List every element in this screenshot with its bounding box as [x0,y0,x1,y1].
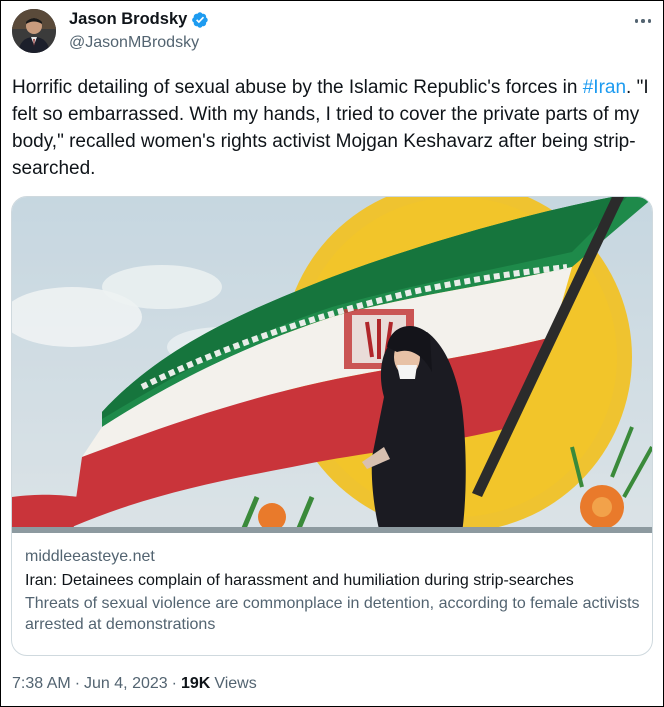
meta-separator: · [171,675,177,692]
author-handle[interactable]: @JasonMBrodsky [69,34,199,52]
more-options-icon[interactable] [631,13,655,29]
link-card-domain: middleeasteye.net [25,548,155,565]
user-avatar-icon [12,9,56,53]
views-count: 19K [180,675,211,692]
tweet-text: Horrific detailing of sexual abuse by th… [12,74,652,182]
link-card-title: Iran: Detainees complain of harassment a… [25,572,574,589]
author-name[interactable]: Jason Brodsky [69,10,187,29]
link-card-body: middleeasteye.net Iran: Detainees compla… [12,533,652,655]
tweet-date[interactable]: Jun 4, 2023 [84,675,168,693]
verified-badge-icon [191,11,209,29]
views-label: Views [214,675,257,692]
author-avatar[interactable] [12,9,56,53]
tweet-time[interactable]: 7:38 AM [12,675,71,693]
tweet-text-part: Horrific detailing of sexual abuse by th… [12,77,583,98]
tweet-container: Jason Brodsky @JasonMBrodsky Horrific de… [0,0,664,707]
author-name-row: Jason Brodsky [69,10,209,29]
hashtag-link[interactable]: #Iran [583,77,626,98]
mural-flag-photo-icon[interactable] [12,197,652,533]
tweet-meta: 7:38 AM · Jun 4, 2023 · 19K Views [12,675,257,693]
link-card-description: Threats of sexual violence are commonpla… [25,595,640,633]
meta-separator: · [74,675,81,692]
link-card[interactable]: middleeasteye.net Iran: Detainees compla… [11,196,653,656]
